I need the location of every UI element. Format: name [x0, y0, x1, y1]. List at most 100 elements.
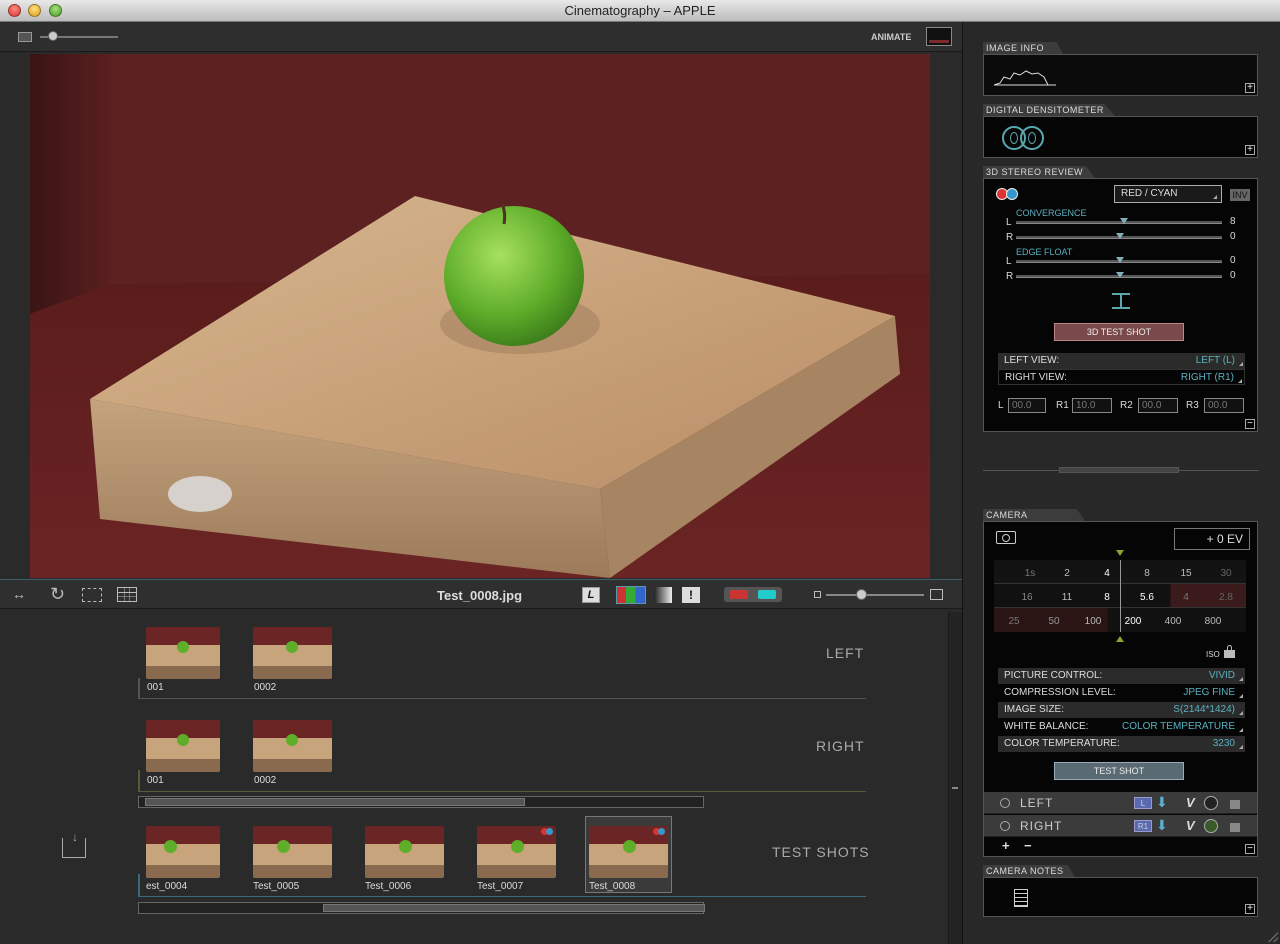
right-section-label: RIGHT — [816, 738, 865, 754]
strip-divider — [138, 698, 866, 699]
zoom-slider[interactable] — [826, 594, 924, 596]
shutter-tick: 30 — [1220, 568, 1232, 579]
luminance-icon[interactable] — [654, 587, 672, 603]
convergence-r-thumb[interactable] — [1116, 233, 1124, 239]
image-info-panel: + — [983, 54, 1258, 96]
download-arrow-icon[interactable]: ⬇ — [1156, 817, 1168, 834]
stereo-mode-select[interactable]: RED / CYAN — [1114, 185, 1222, 203]
zoom-button[interactable] — [49, 4, 62, 17]
title-bar: Cinematography – APPLE — [0, 0, 1280, 22]
left-view-select[interactable]: LEFT VIEW: LEFT (L) — [998, 353, 1245, 369]
thumbnail-size-icon[interactable] — [18, 32, 32, 42]
shutter-tick: 2 — [1064, 568, 1070, 579]
camera-v-label: V — [1186, 818, 1195, 833]
image-info-tab[interactable]: IMAGE INFO — [983, 42, 1063, 54]
field-r1-input[interactable]: 10.0 — [1072, 398, 1112, 413]
camera-power-icon[interactable] — [1000, 821, 1010, 831]
convergence-l-slider[interactable] — [1016, 221, 1222, 224]
window-title: Cinematography – APPLE — [564, 3, 716, 18]
exposure-compensation-display[interactable]: + 0 EV — [1174, 528, 1250, 550]
rotate-icon[interactable]: ↻ — [50, 584, 65, 605]
horizontal-scrollbar[interactable] — [138, 796, 704, 808]
add-camera-button[interactable]: + — [1002, 838, 1010, 853]
camera-notes-tab[interactable]: CAMERA NOTES — [983, 865, 1075, 877]
image-viewer[interactable] — [30, 54, 930, 578]
camera-row-right[interactable]: RIGHT R1 ⬇ V — [984, 815, 1257, 837]
densitometer-tab[interactable]: DIGITAL DENSITOMETER — [983, 104, 1115, 116]
rgb-channels-icon[interactable] — [616, 586, 646, 604]
strip-bracket — [138, 874, 140, 896]
picture-control-select[interactable]: PICTURE CONTROL: VIVID — [998, 668, 1245, 684]
shutter-tick: 1s — [1024, 568, 1036, 579]
crop-icon[interactable] — [82, 588, 102, 602]
compression-level-select[interactable]: COMPRESSION LEVEL: JPEG FINE — [998, 685, 1245, 701]
camera-row-left[interactable]: LEFT L ⬇ V — [984, 792, 1257, 814]
camera-name: RIGHT — [1020, 819, 1063, 833]
zoom-out-icon[interactable] — [814, 591, 821, 598]
link-bracket-icon[interactable] — [1112, 293, 1130, 309]
download-arrow-icon[interactable]: ⬇ — [1156, 794, 1168, 811]
camera-control-tab[interactable]: CAMERA CONTROL — [983, 509, 1085, 521]
camera-tag-badge: R1 — [1134, 820, 1152, 832]
expand-button[interactable]: + — [1245, 904, 1255, 914]
expand-button[interactable]: + — [1245, 83, 1255, 93]
zoom-in-icon[interactable] — [930, 589, 943, 600]
thumbnail[interactable] — [477, 826, 556, 878]
horizontal-scrollbar[interactable] — [138, 902, 705, 914]
thumbnail[interactable] — [253, 627, 332, 679]
image-size-select[interactable]: IMAGE SIZE: S(2144*1424) — [998, 702, 1245, 718]
thumbnail-size-slider-thumb[interactable] — [48, 31, 58, 41]
field-l-input[interactable]: 00.0 — [1008, 398, 1046, 413]
grid-icon[interactable] — [117, 587, 137, 602]
field-r3-input[interactable]: 00.0 — [1204, 398, 1244, 413]
color-temperature-select[interactable]: COLOR TEMPERATURE: 3230 — [998, 736, 1245, 752]
invert-button[interactable]: INV — [1230, 189, 1250, 201]
exposure-warning-icon[interactable]: ! — [682, 587, 700, 603]
camera-lock-icon[interactable] — [1230, 823, 1240, 832]
camera-power-icon[interactable] — [1000, 798, 1010, 808]
resize-grip-icon[interactable] — [1268, 932, 1278, 942]
anaglyph-glasses-icon[interactable] — [724, 587, 782, 602]
strip-bracket — [138, 678, 140, 698]
thumbnail[interactable] — [146, 826, 220, 878]
collapse-button[interactable]: − — [1245, 419, 1255, 429]
3d-test-shot-button[interactable]: 3D TEST SHOT — [1054, 323, 1184, 341]
splitter-handle[interactable] — [1059, 467, 1179, 473]
notes-document-icon[interactable] — [1014, 889, 1028, 907]
right-view-select[interactable]: RIGHT VIEW: RIGHT (R1) — [998, 369, 1245, 385]
vertical-scrollbar[interactable] — [948, 612, 962, 944]
thumbnail[interactable] — [146, 720, 220, 772]
collapse-button[interactable]: − — [1245, 844, 1255, 854]
edge-float-l-thumb[interactable] — [1116, 257, 1124, 263]
field-r2-input[interactable]: 00.0 — [1138, 398, 1178, 413]
animate-toggle[interactable] — [926, 27, 952, 46]
aperture-tick: 8 — [1104, 592, 1110, 603]
expand-button[interactable]: + — [1245, 145, 1255, 155]
stereo-review-tab[interactable]: 3D STEREO REVIEW — [983, 166, 1095, 178]
strip-divider — [138, 791, 866, 792]
white-balance-select[interactable]: WHITE BALANCE: COLOR TEMPERATURE — [998, 719, 1245, 735]
zoom-slider-thumb[interactable] — [856, 589, 867, 600]
lock-icon[interactable] — [1224, 645, 1235, 658]
stereo-badge-icon — [653, 828, 665, 836]
lens-info-icon[interactable]: L — [582, 587, 600, 603]
thumbnail[interactable] — [253, 720, 332, 772]
remove-camera-button[interactable]: − — [1024, 838, 1032, 853]
thumbnail[interactable] — [253, 826, 332, 878]
minimize-button[interactable] — [28, 4, 41, 17]
edge-float-r-thumb[interactable] — [1116, 272, 1124, 278]
histogram-icon — [994, 70, 1056, 86]
thumbnail[interactable] — [589, 826, 668, 878]
camera-lock-icon[interactable] — [1230, 800, 1240, 809]
iso-tick: 50 — [1048, 616, 1060, 627]
convergence-l-thumb[interactable] — [1120, 218, 1128, 224]
thumbnail[interactable] — [146, 627, 220, 679]
close-button[interactable] — [8, 4, 21, 17]
shot-browser: 001 0002 LEFT 001 0002 RIGHT ↓ est_0004 … — [0, 612, 948, 944]
thumbnail[interactable] — [365, 826, 444, 878]
test-shot-button[interactable]: TEST SHOT — [1054, 762, 1184, 780]
camera-icon[interactable] — [996, 531, 1016, 544]
camera-control-panel: + 0 EV 1s 2 4 8 15 30 16 11 8 5.6 4 2.8 … — [983, 521, 1258, 857]
swap-arrows-icon[interactable]: ↔ — [12, 587, 36, 601]
import-tray-icon[interactable]: ↓ — [62, 830, 86, 858]
